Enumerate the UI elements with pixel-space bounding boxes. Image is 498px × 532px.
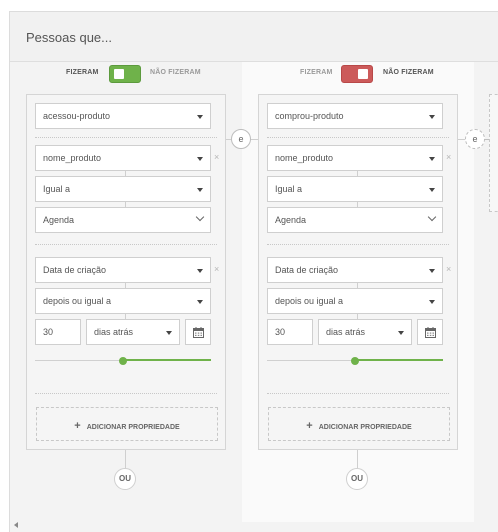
amount-input-value: 30: [275, 327, 286, 337]
add-property-button[interactable]: + ADICIONAR PROPRIEDADE: [268, 407, 450, 441]
operator-select[interactable]: depois ou igual a: [35, 288, 211, 314]
section-separator: [35, 244, 217, 245]
group-1-toggle-row: FIZERAM NÃO FIZERAM: [66, 64, 206, 86]
property-select[interactable]: Data de criação: [35, 257, 211, 283]
chevron-down-icon: [427, 212, 437, 222]
caret-down-icon: [197, 157, 203, 161]
add-property-label: ADICIONAR PROPRIEDADE: [86, 424, 180, 431]
group-2-toggle-row: FIZERAM NÃO FIZERAM: [300, 64, 440, 86]
section-separator: [267, 244, 449, 245]
plus-icon: +: [74, 420, 81, 432]
event-select[interactable]: acessou-produto: [35, 103, 211, 129]
event-select-value: acessou-produto: [43, 111, 111, 121]
or-connector-line: [357, 450, 358, 468]
property-select[interactable]: Data de criação: [267, 257, 443, 283]
add-and-group-badge[interactable]: e: [465, 129, 485, 149]
operator-select[interactable]: depois ou igual a: [267, 288, 443, 314]
date-range-slider[interactable]: [35, 354, 211, 368]
calendar-icon: [193, 327, 204, 338]
property-select-value: Data de criação: [275, 265, 339, 275]
value-select[interactable]: Agenda: [267, 207, 443, 233]
calendar-button[interactable]: [417, 319, 443, 345]
did-not-label: NÃO FIZERAM: [383, 69, 434, 76]
event-select-value: comprou-produto: [275, 111, 344, 121]
add-property-label: ADICIONAR PROPRIEDADE: [318, 424, 412, 431]
caret-down-icon: [429, 115, 435, 119]
panel-title: Pessoas que...: [26, 30, 112, 45]
panel-header: Pessoas que...: [10, 12, 498, 62]
section-separator: [35, 393, 217, 394]
caret-down-icon: [429, 188, 435, 192]
did-toggle-switch[interactable]: [109, 65, 141, 83]
remove-property-icon[interactable]: ×: [446, 264, 451, 274]
chevron-down-icon: [195, 212, 205, 222]
toggle-knob: [358, 69, 368, 79]
caret-down-icon: [398, 331, 404, 335]
property-select-value: Data de criação: [43, 265, 107, 275]
caret-down-icon: [166, 331, 172, 335]
operator-select[interactable]: Igual a: [35, 176, 211, 202]
did-toggle-switch[interactable]: [341, 65, 373, 83]
date-range-slider[interactable]: [267, 354, 443, 368]
scroll-left-arrow-icon[interactable]: [14, 522, 18, 528]
did-label: FIZERAM: [66, 69, 99, 76]
remove-property-icon[interactable]: ×: [214, 264, 219, 274]
slider-thumb[interactable]: [119, 357, 127, 365]
event-group-card-1: acessou-produto nome_produto × Igual a A…: [26, 94, 226, 450]
caret-down-icon: [429, 269, 435, 273]
property-select-value: nome_produto: [43, 153, 102, 163]
value-select-value: Agenda: [275, 215, 307, 225]
did-not-label: NÃO FIZERAM: [150, 69, 201, 76]
section-separator: [267, 393, 449, 394]
slider-active-track: [123, 359, 211, 361]
value-select[interactable]: Agenda: [35, 207, 211, 233]
section-separator: [35, 137, 217, 138]
plus-icon: +: [306, 420, 313, 432]
slider-track: [267, 360, 355, 361]
event-group-card-2: comprou-produto nome_produto × Igual a A…: [258, 94, 458, 450]
amount-input[interactable]: 30: [267, 319, 313, 345]
add-property-button[interactable]: + ADICIONAR PROPRIEDADE: [36, 407, 218, 441]
or-connector-line: [125, 450, 126, 468]
event-select[interactable]: comprou-produto: [267, 103, 443, 129]
slider-active-track: [355, 359, 443, 361]
property-select-value: nome_produto: [275, 153, 334, 163]
caret-down-icon: [429, 300, 435, 304]
operator-select-value: Igual a: [43, 184, 71, 194]
caret-down-icon: [197, 188, 203, 192]
calendar-icon: [425, 327, 436, 338]
value-select-value: Agenda: [43, 215, 75, 225]
and-connector-badge[interactable]: e: [231, 129, 251, 149]
operator-select-value: Igual a: [275, 184, 303, 194]
did-label: FIZERAM: [300, 69, 333, 76]
caret-down-icon: [197, 269, 203, 273]
amount-input[interactable]: 30: [35, 319, 81, 345]
time-unit-select[interactable]: dias atrás: [86, 319, 180, 345]
amount-input-value: 30: [43, 327, 54, 337]
remove-property-icon[interactable]: ×: [446, 152, 451, 162]
operator-select-value: depois ou igual a: [275, 296, 344, 306]
caret-down-icon: [197, 115, 203, 119]
or-connector-badge[interactable]: OU: [114, 468, 136, 490]
property-select[interactable]: nome_produto: [267, 145, 443, 171]
caret-down-icon: [197, 300, 203, 304]
calendar-button[interactable]: [185, 319, 211, 345]
time-unit-select[interactable]: dias atrás: [318, 319, 412, 345]
operator-select-value: depois ou igual a: [43, 296, 112, 306]
new-event-group-placeholder[interactable]: [489, 94, 498, 212]
caret-down-icon: [429, 157, 435, 161]
section-separator: [267, 137, 449, 138]
time-unit-select-value: dias atrás: [94, 327, 134, 337]
or-connector-badge[interactable]: OU: [346, 468, 368, 490]
operator-select[interactable]: Igual a: [267, 176, 443, 202]
remove-property-icon[interactable]: ×: [214, 152, 219, 162]
property-select[interactable]: nome_produto: [35, 145, 211, 171]
time-unit-select-value: dias atrás: [326, 327, 366, 337]
toggle-knob: [114, 69, 124, 79]
slider-thumb[interactable]: [351, 357, 359, 365]
slider-track: [35, 360, 123, 361]
